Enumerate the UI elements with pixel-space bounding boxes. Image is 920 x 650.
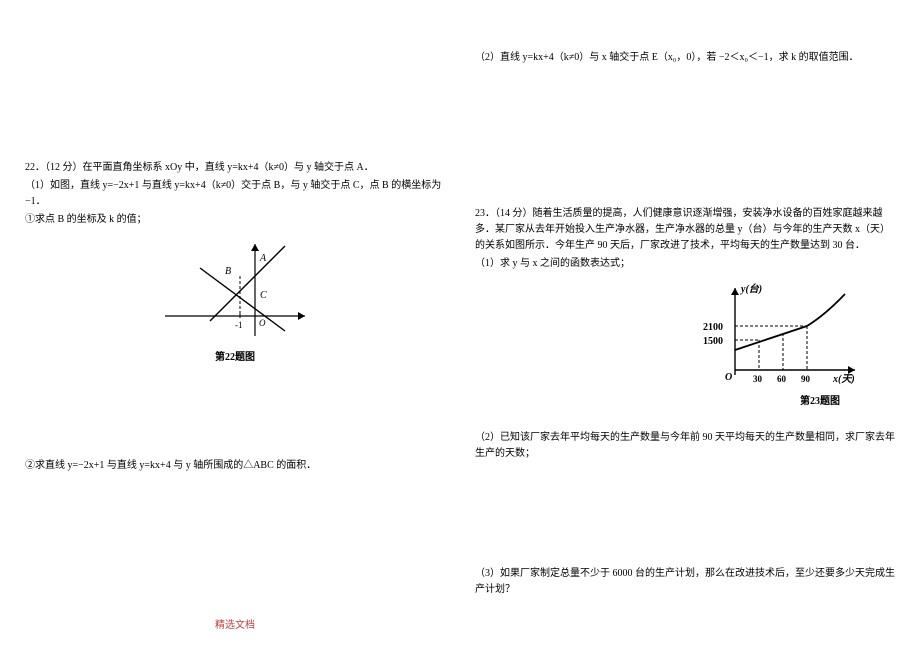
fig23-y-axis-label: y(台) [740,283,762,295]
q22-part1-sub2: ②求直线 y=−2x+1 与直线 y=kx+4 与 y 轴所围成的△ABC 的面… [25,458,445,474]
fig23-y-2100: 2100 [703,322,723,333]
fig22-C-label: C [260,290,267,301]
fig23-x-axis-label: x(天) [832,374,855,385]
fig23-O-label: O [725,372,732,383]
figure-22-caption: 第22题图 [25,350,445,366]
q23-header: 23．（14 分）随着生活质量的提高，人们健康意识逐渐增强，安装净水设备的百姓家… [475,206,895,254]
q22-part1-sub1: ①求点 B 的坐标及 k 的值； [25,212,445,228]
fig23-x-90: 90 [801,374,811,384]
figure-22-container: -1 O A B C [25,236,445,346]
q22-part1-intro: （1）如图，直线 y=−2x+1 与直线 y=kx+4（k≠0）交于点 B，与 … [25,178,445,210]
figure-23-svg: y(台) x(天) O 2100 1500 30 60 90 [695,280,865,390]
fig23-y-1500: 1500 [703,336,723,347]
footer-text: 精选文档 [215,618,255,634]
figure-22-svg: -1 O A B C [155,236,315,346]
fig22-B-label: B [225,266,231,277]
fig22-O-label: O [259,318,266,328]
figure-23-container: y(台) x(天) O 2100 1500 30 60 90 [475,280,895,390]
q23-part1: （1）求 y 与 x 之间的函数表达式； [475,256,895,272]
figure-23-caption: 第23题图 [475,394,895,410]
fig23-x-30: 30 [753,374,763,384]
fig22-A-label: A [259,253,267,264]
q23-part2: （2）已知该厂家去年平均每天的生产数量与今年前 90 天平均每天的生产数量相同，… [475,430,895,462]
fig23-x-60: 60 [777,374,787,384]
q23-part3: （3）如果厂家制定总量不少于 6000 台的生产计划，那么在改进技术后，至少还要… [475,566,895,598]
q22-header: 22．（12 分）在平面直角坐标系 xOy 中，直线 y=kx+4（k≠0）与 … [25,160,445,176]
fig22-neg1-label: -1 [235,320,243,330]
q22-part2: （2）直线 y=kx+4（k≠0）与 x 轴交于点 E（x₀，0），若 −2＜x… [475,50,895,66]
